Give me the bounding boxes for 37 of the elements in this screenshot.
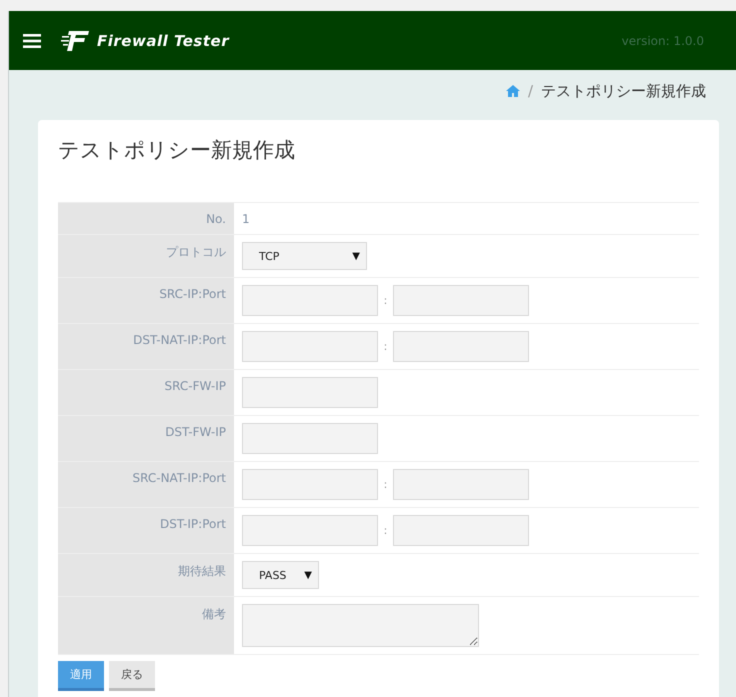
ip-input-field[interactable] [242, 331, 378, 362]
port-input-field[interactable] [393, 469, 529, 500]
notes-textarea[interactable] [242, 604, 479, 647]
field-label: SRC-FW-IP [164, 379, 226, 395]
port-input-field[interactable] [393, 285, 529, 316]
field-label: 期待結果 [178, 563, 226, 580]
colon-separator: : [382, 340, 388, 353]
colon-separator: : [382, 524, 388, 537]
ip-input-field[interactable] [242, 515, 378, 546]
colon-separator: : [382, 294, 388, 307]
ip-input-field[interactable] [242, 377, 378, 408]
ip-input-field[interactable] [242, 423, 378, 454]
select-dropdown[interactable]: PASS ▼ [242, 561, 319, 589]
breadcrumb-separator: / [528, 82, 533, 100]
port-input-field[interactable] [393, 331, 529, 362]
breadcrumb-current: テストポリシー新規作成 [541, 82, 706, 100]
field-label: DST-NAT-IP:Port [133, 333, 226, 349]
home-icon[interactable] [506, 85, 520, 97]
back-button[interactable]: 戻る [109, 661, 155, 691]
field-label: 備考 [202, 606, 226, 623]
port-input-field[interactable] [393, 515, 529, 546]
ip-input-field[interactable] [242, 469, 378, 500]
field-label: SRC-NAT-IP:Port [132, 471, 226, 487]
number-value: 1 [242, 212, 250, 226]
field-label: DST-FW-IP [165, 425, 226, 441]
field-label: DST-IP:Port [160, 517, 226, 533]
field-label: SRC-IP:Port [159, 287, 226, 303]
colon-separator: : [382, 478, 388, 491]
field-label: No. [206, 212, 226, 228]
menu-icon[interactable] [23, 34, 41, 48]
version-label: version: 1.0.0 [622, 34, 704, 48]
page-title: テストポリシー新規作成 [58, 137, 296, 164]
select-dropdown[interactable]: TCP ▼ [242, 242, 367, 270]
ip-input-field[interactable] [242, 285, 378, 316]
app-name: Firewall Tester [97, 32, 230, 50]
logo-icon [61, 30, 91, 52]
field-label: プロトコル [166, 244, 226, 261]
